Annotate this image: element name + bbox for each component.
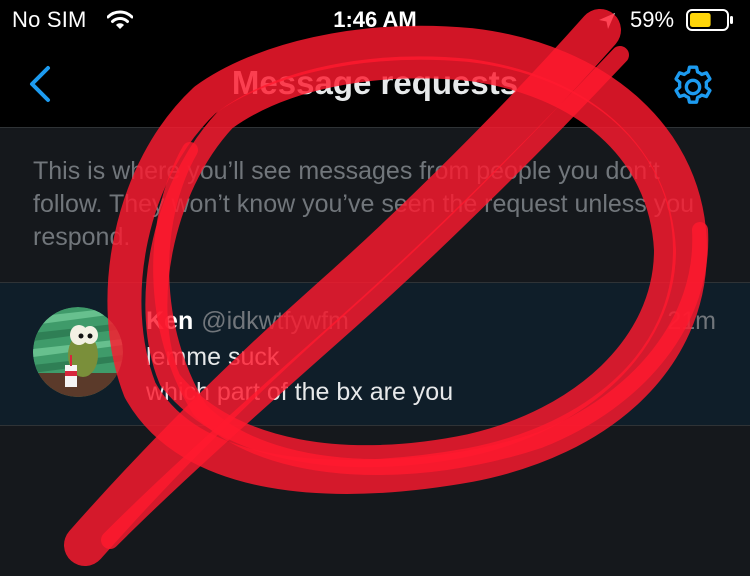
- status-bar: No SIM 1:46 AM 59%: [0, 0, 750, 42]
- battery-icon: [686, 9, 733, 31]
- battery-percent: 59%: [630, 7, 675, 32]
- navigation-bar: Message requests: [0, 42, 750, 128]
- message-preview-line-1: lemme suck: [146, 343, 280, 371]
- message-request-item[interactable]: Ken @idkwtfywfm 21m lemme suck which part…: [0, 282, 750, 426]
- battery-fill: [690, 13, 711, 27]
- location-arrow-icon: [599, 13, 615, 29]
- message-timestamp: 21m: [667, 307, 716, 335]
- avatar[interactable]: [33, 307, 123, 397]
- sender-name: Ken: [146, 307, 194, 335]
- message-preview-line-2: which part of the bx are you: [146, 378, 454, 406]
- sender-handle: @idkwtfywfm: [201, 307, 349, 335]
- info-description: This is where you’ll see messages from p…: [33, 157, 695, 251]
- gear-icon[interactable]: [668, 62, 718, 112]
- sender-line: Ken @idkwtfywfm: [146, 307, 349, 336]
- page-title: Message requests: [231, 64, 519, 101]
- message-requests-screen: No SIM 1:46 AM 59% Message requests This…: [0, 0, 750, 576]
